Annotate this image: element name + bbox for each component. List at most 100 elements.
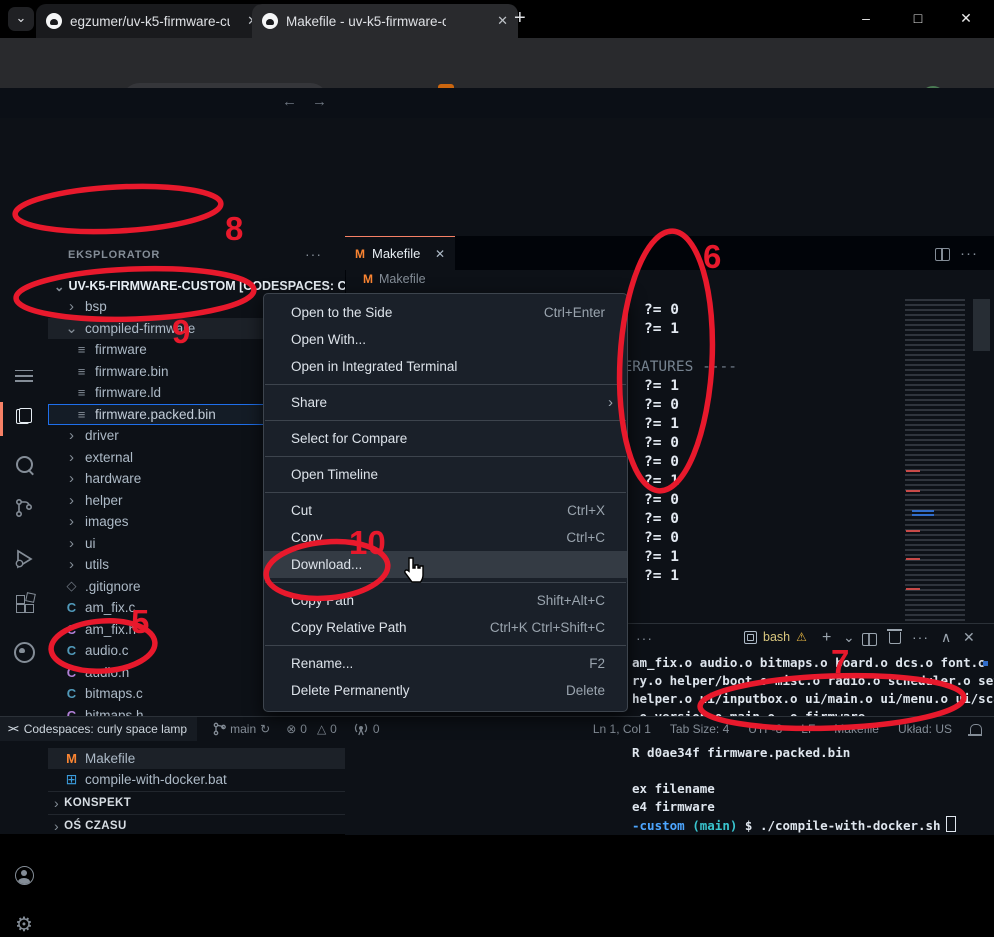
terminal-tab-bash[interactable]: bash ⚠: [744, 630, 807, 644]
status-item[interactable]: Tab Size: 4: [670, 722, 729, 736]
panel-more-actions-icon[interactable]: ···: [636, 630, 653, 646]
extensions-view-icon[interactable]: [0, 596, 48, 618]
context-menu-item[interactable]: Copy Ctrl+C: [264, 524, 627, 551]
sidebar-section-header[interactable]: › OŚ CZASU: [48, 814, 345, 837]
window-close-button[interactable]: ✕: [946, 4, 986, 32]
code-value: ?= 0: [644, 529, 679, 548]
accounts-icon[interactable]: [0, 866, 48, 890]
context-menu-item[interactable]: Open With...: [264, 326, 627, 353]
notifications-bell-icon[interactable]: [970, 724, 982, 734]
menu-hamburger-icon[interactable]: [0, 366, 48, 390]
minimap[interactable]: [905, 299, 965, 621]
context-menu-item[interactable]: [265, 384, 626, 385]
branch-status[interactable]: main ↻: [213, 722, 270, 736]
menu-item-label: Open With...: [291, 326, 366, 353]
tab-close-icon[interactable]: ✕: [497, 13, 508, 29]
context-menu-item[interactable]: [265, 420, 626, 421]
status-item[interactable]: Układ: US: [898, 722, 952, 736]
terminal-scroll-mark: [983, 661, 988, 666]
new-terminal-icon[interactable]: +: [822, 629, 831, 647]
tree-item[interactable]: ⊞ compile-with-docker.bat: [48, 769, 345, 791]
editor-scrollbar[interactable]: [973, 299, 990, 351]
split-terminal-icon[interactable]: [862, 633, 877, 646]
window-maximize-button[interactable]: □: [898, 4, 938, 32]
context-menu-item[interactable]: Download...: [264, 551, 627, 578]
error-count: 0: [300, 722, 307, 736]
history-forward-icon[interactable]: →: [312, 93, 327, 110]
tree-item-label: helper: [85, 493, 123, 508]
browser-tab-active[interactable]: Makefile - uv-k5-firmware-cust ✕: [252, 4, 518, 38]
explorer-view-icon[interactable]: [0, 408, 48, 429]
terminal-line: e4 firmware: [632, 798, 994, 816]
context-menu-item[interactable]: Rename... F2: [264, 650, 627, 677]
context-menu-item[interactable]: [265, 456, 626, 457]
ports-status[interactable]: 0: [353, 722, 380, 736]
menu-item-shortcut: Ctrl+X: [567, 497, 605, 524]
source-control-icon[interactable]: [14, 498, 34, 518]
terminal-prompt-line[interactable]: -custom (main) $ ./compile-with-docker.s…: [632, 816, 994, 834]
minimap-mark: [906, 530, 920, 532]
history-back-icon[interactable]: ←: [282, 93, 297, 110]
panel-extra-actions-icon[interactable]: ···: [912, 629, 929, 645]
file-type-icon: C: [64, 643, 79, 658]
maximize-panel-icon[interactable]: ∧: [941, 629, 951, 646]
context-menu-item[interactable]: Open Timeline: [264, 461, 627, 488]
editor-tab-makefile[interactable]: M Makefile ✕: [345, 236, 455, 270]
remote-label: Codespaces: curly space lamp: [24, 722, 187, 736]
new-tab-button[interactable]: +: [514, 6, 526, 30]
browser-toolbar: ← → ↻ curly-space-lamp-jj... ⊘ ☆ 42.1k ✦…: [0, 38, 994, 88]
status-item[interactable]: LF: [801, 722, 815, 736]
search-view-icon[interactable]: [0, 456, 48, 478]
tree-item-label: audio.c: [85, 643, 129, 658]
minimap-mark: [912, 510, 934, 512]
sidebar-sections: › KONSPEKT › OŚ CZASU: [48, 791, 345, 837]
tree-item-label: audio.h: [85, 665, 129, 680]
context-menu-item[interactable]: [265, 645, 626, 646]
context-menu-item[interactable]: Copy Relative Path Ctrl+K Ctrl+Shift+C: [264, 614, 627, 641]
remote-indicator[interactable]: >< Codespaces: curly space lamp: [0, 717, 197, 741]
window-minimize-button[interactable]: –: [846, 4, 886, 32]
context-menu-item[interactable]: [265, 582, 626, 583]
browser-tab-inactive[interactable]: egzumer/uv-k5-firmware-custo ✕: [36, 4, 268, 38]
close-icon[interactable]: ✕: [435, 247, 445, 261]
context-menu-item[interactable]: Share: [264, 389, 627, 416]
file-type-icon: C: [64, 600, 79, 615]
tab-search-button[interactable]: ⌄: [8, 7, 34, 31]
status-item[interactable]: Makefile: [834, 722, 879, 736]
menu-item-shortcut: Ctrl+K Ctrl+Shift+C: [490, 614, 605, 641]
context-menu-item[interactable]: Open to the Side Ctrl+Enter: [264, 299, 627, 326]
sidebar-actions-icon[interactable]: ···: [305, 246, 322, 262]
warning-count: 0: [330, 722, 337, 736]
status-item[interactable]: UTF-8: [748, 722, 782, 736]
problems-status[interactable]: ⊗ 0 △ 0: [286, 722, 337, 736]
context-menu-item[interactable]: [265, 492, 626, 493]
sidebar-section-header[interactable]: › KONSPEKT: [48, 791, 345, 814]
split-editor-icon[interactable]: [935, 248, 950, 261]
kill-terminal-icon[interactable]: [889, 632, 901, 644]
tree-item[interactable]: M Makefile: [48, 748, 345, 770]
tree-item-label: hardware: [85, 471, 141, 486]
context-menu-item[interactable]: Open in Integrated Terminal: [264, 353, 627, 380]
settings-gear-icon[interactable]: ⚙: [0, 912, 48, 937]
terminal-line: ex filename: [632, 780, 994, 798]
context-menu-item[interactable]: Select for Compare: [264, 425, 627, 452]
editor-more-actions-icon[interactable]: ···: [960, 245, 978, 262]
code-value: ?= 1: [644, 320, 679, 339]
tree-item-label: compile-with-docker.bat: [85, 772, 227, 787]
code-value: ?= 1: [644, 567, 679, 586]
run-debug-icon[interactable]: [13, 548, 35, 570]
file-type-icon: C: [64, 622, 79, 637]
close-panel-icon[interactable]: ✕: [963, 629, 975, 646]
breadcrumb[interactable]: M Makefile: [363, 272, 426, 286]
status-item[interactable]: Ln 1, Col 1: [593, 722, 651, 736]
context-menu-item[interactable]: Delete Permanently Delete: [264, 677, 627, 704]
branch-name: main: [230, 722, 256, 736]
chevron-right-icon: ›: [54, 818, 59, 834]
context-menu-item[interactable]: Cut Ctrl+X: [264, 497, 627, 524]
terminal-dropdown-chevron-icon[interactable]: ⌄: [843, 629, 855, 646]
file-type-icon: ›: [64, 427, 79, 444]
code-value: ?= 1: [644, 472, 679, 491]
github-view-icon[interactable]: [0, 642, 48, 668]
tree-item-label: driver: [85, 428, 119, 443]
context-menu-item[interactable]: Copy Path Shift+Alt+C: [264, 587, 627, 614]
